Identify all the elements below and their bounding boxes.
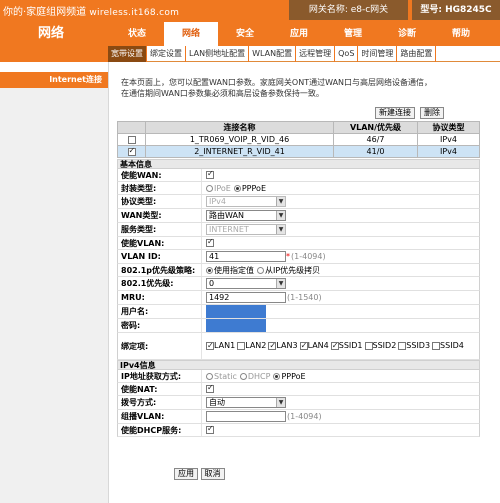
service-type-label: 服务类型:	[118, 223, 202, 236]
bind-lan1-checkbox[interactable]	[206, 340, 214, 352]
username-label: 用户名:	[118, 305, 202, 318]
encap-pppoe-radio[interactable]	[233, 184, 241, 192]
sub-nav: 宽带设置 绑定设置 LAN侧地址配置 WLAN配置 远程管理 QoS 时间管理 …	[0, 46, 500, 62]
vlan-id-label: VLAN ID:	[118, 250, 202, 263]
subnav-wlan[interactable]: WLAN配置	[249, 46, 297, 62]
bind-ssid4-checkbox[interactable]	[432, 342, 441, 350]
policy-specified-radio[interactable]	[206, 266, 213, 274]
wan-connection-table: 连接名称 VLAN/优先级 协议类型 1_TR069_VOIP_R_VID_46…	[117, 121, 480, 158]
nav-tab-status[interactable]: 状态	[110, 22, 164, 46]
encap-ipoe-radio[interactable]	[206, 184, 213, 192]
chevron-down-icon: ▼	[276, 197, 285, 206]
row-checkbox[interactable]	[127, 135, 136, 144]
form-actions: 应用 取消	[174, 468, 225, 480]
new-connection-button[interactable]: 新建连接	[375, 107, 415, 119]
chevron-down-icon: ▼	[276, 398, 285, 407]
username-input[interactable]	[206, 305, 266, 318]
addr-mode-label: IP地址获取方式:	[118, 370, 202, 382]
model-name: 型号: HG8245C	[412, 0, 500, 20]
wan-type-select[interactable]: 路由WAN ▼	[206, 210, 286, 221]
subnav-route[interactable]: 路由配置	[397, 46, 437, 62]
enable-wan-checkbox[interactable]	[206, 169, 214, 179]
encap-label: 封装类型:	[118, 182, 202, 194]
password-input[interactable]	[206, 319, 266, 332]
priority-label: 802.1优先级:	[118, 277, 202, 290]
delete-button[interactable]: 删除	[420, 107, 444, 119]
dial-mode-select[interactable]: 自动 ▼	[206, 397, 286, 408]
multicast-vlan-label: 组播VLAN:	[118, 410, 202, 423]
mru-label: MRU:	[118, 291, 202, 304]
subnav-time[interactable]: 时间管理	[358, 46, 398, 62]
addr-pppoe-radio[interactable]	[273, 372, 281, 380]
chevron-down-icon: ▼	[276, 211, 285, 220]
priority-select[interactable]: 0 ▼	[206, 278, 286, 289]
subnav-binding[interactable]: 绑定设置	[147, 46, 186, 62]
page-description: 在本页面上，您可以配置WAN口参数。家庭网关ONT通过WAN口与高层网络设备通信…	[121, 78, 433, 98]
vlan-id-input[interactable]: 41	[206, 251, 286, 262]
section-title: 网络	[0, 22, 108, 46]
subnav-remote[interactable]: 远程管理	[296, 46, 336, 62]
mru-input[interactable]: 1492	[206, 292, 286, 303]
bind-lan4-checkbox[interactable]	[299, 340, 308, 352]
watermark-url: wireless.it168.com	[89, 8, 180, 18]
col-vlan: VLAN/优先级	[333, 121, 418, 134]
priority-policy-label: 802.1p优先级策略:	[118, 264, 202, 276]
table-row[interactable]: 2_INTERNET_R_VID_41 41/0 IPv4	[117, 145, 480, 158]
subnav-broadband[interactable]: 宽带设置	[108, 46, 147, 62]
addr-static-radio[interactable]	[206, 372, 213, 380]
chevron-down-icon: ▼	[276, 225, 285, 234]
sidebar-item-internet[interactable]: Internet连接	[0, 72, 108, 88]
enable-nat-checkbox[interactable]	[206, 383, 214, 393]
subnav-lan-address[interactable]: LAN侧地址配置	[186, 46, 250, 62]
nav-tab-application[interactable]: 应用	[272, 22, 326, 46]
wan-config-form: 基本信息 使能WAN: 封装类型: IPoE PPPoE 协议类型: IPv4 …	[117, 159, 480, 437]
nav-tab-security[interactable]: 安全	[218, 22, 272, 46]
chevron-down-icon: ▼	[276, 279, 285, 288]
protocol-label: 协议类型:	[118, 195, 202, 208]
addr-dhcp-radio[interactable]	[239, 372, 247, 380]
nav-tab-network[interactable]: 网络	[164, 22, 218, 46]
section-ipv4-info: IPv4信息	[117, 360, 480, 370]
col-conn-name: 连接名称	[145, 121, 334, 134]
bind-lan2-checkbox[interactable]	[237, 342, 246, 350]
multicast-vlan-input[interactable]	[206, 411, 286, 422]
watermark: 你的·家庭组网频道 wireless.it168.com	[3, 3, 179, 18]
bind-ssid3-checkbox[interactable]	[398, 342, 407, 350]
cancel-button[interactable]: 取消	[200, 468, 225, 480]
policy-copy-radio[interactable]	[257, 266, 264, 274]
sidebar	[0, 88, 108, 503]
bind-lan3-checkbox[interactable]	[268, 340, 277, 352]
nav-tab-help[interactable]: 帮助	[434, 22, 488, 46]
nav-tab-diagnose[interactable]: 诊断	[380, 22, 434, 46]
wan-type-label: WAN类型:	[118, 209, 202, 222]
bind-ssid2-checkbox[interactable]	[364, 342, 373, 350]
enable-vlan-checkbox[interactable]	[206, 237, 214, 247]
main-nav: 网络 状态 网络 安全 应用 管理 诊断 帮助	[0, 22, 500, 46]
gateway-name: 网关名称: e8-c网关	[289, 0, 408, 20]
col-proto: 协议类型	[417, 121, 480, 134]
watermark-site: 你的·家庭组网频道	[3, 7, 87, 18]
table-row[interactable]: 1_TR069_VOIP_R_VID_46 46/7 IPv4	[117, 133, 480, 146]
enable-nat-label: 使能NAT:	[118, 383, 202, 395]
section-basic-info: 基本信息	[117, 159, 480, 169]
protocol-select[interactable]: IPv4 ▼	[206, 196, 286, 207]
apply-button[interactable]: 应用	[174, 468, 198, 480]
password-label: 密码:	[118, 319, 202, 332]
service-type-select[interactable]: INTERNET ▼	[206, 224, 286, 235]
enable-vlan-label: 使能VLAN:	[118, 237, 202, 249]
subnav-qos[interactable]: QoS	[335, 46, 359, 62]
nav-tab-management[interactable]: 管理	[326, 22, 380, 46]
dial-mode-label: 拨号方式:	[118, 396, 202, 409]
enable-dhcp-label: 使能DHCP服务:	[118, 424, 202, 436]
top-bar: 你的·家庭组网频道 wireless.it168.com 网关名称: e8-c网…	[0, 0, 500, 22]
bind-ssid1-checkbox[interactable]	[330, 340, 339, 352]
row-checkbox[interactable]	[127, 146, 136, 156]
enable-dhcp-checkbox[interactable]	[206, 424, 214, 434]
enable-wan-label: 使能WAN:	[118, 169, 202, 181]
bind-items-label: 绑定项:	[118, 333, 202, 359]
